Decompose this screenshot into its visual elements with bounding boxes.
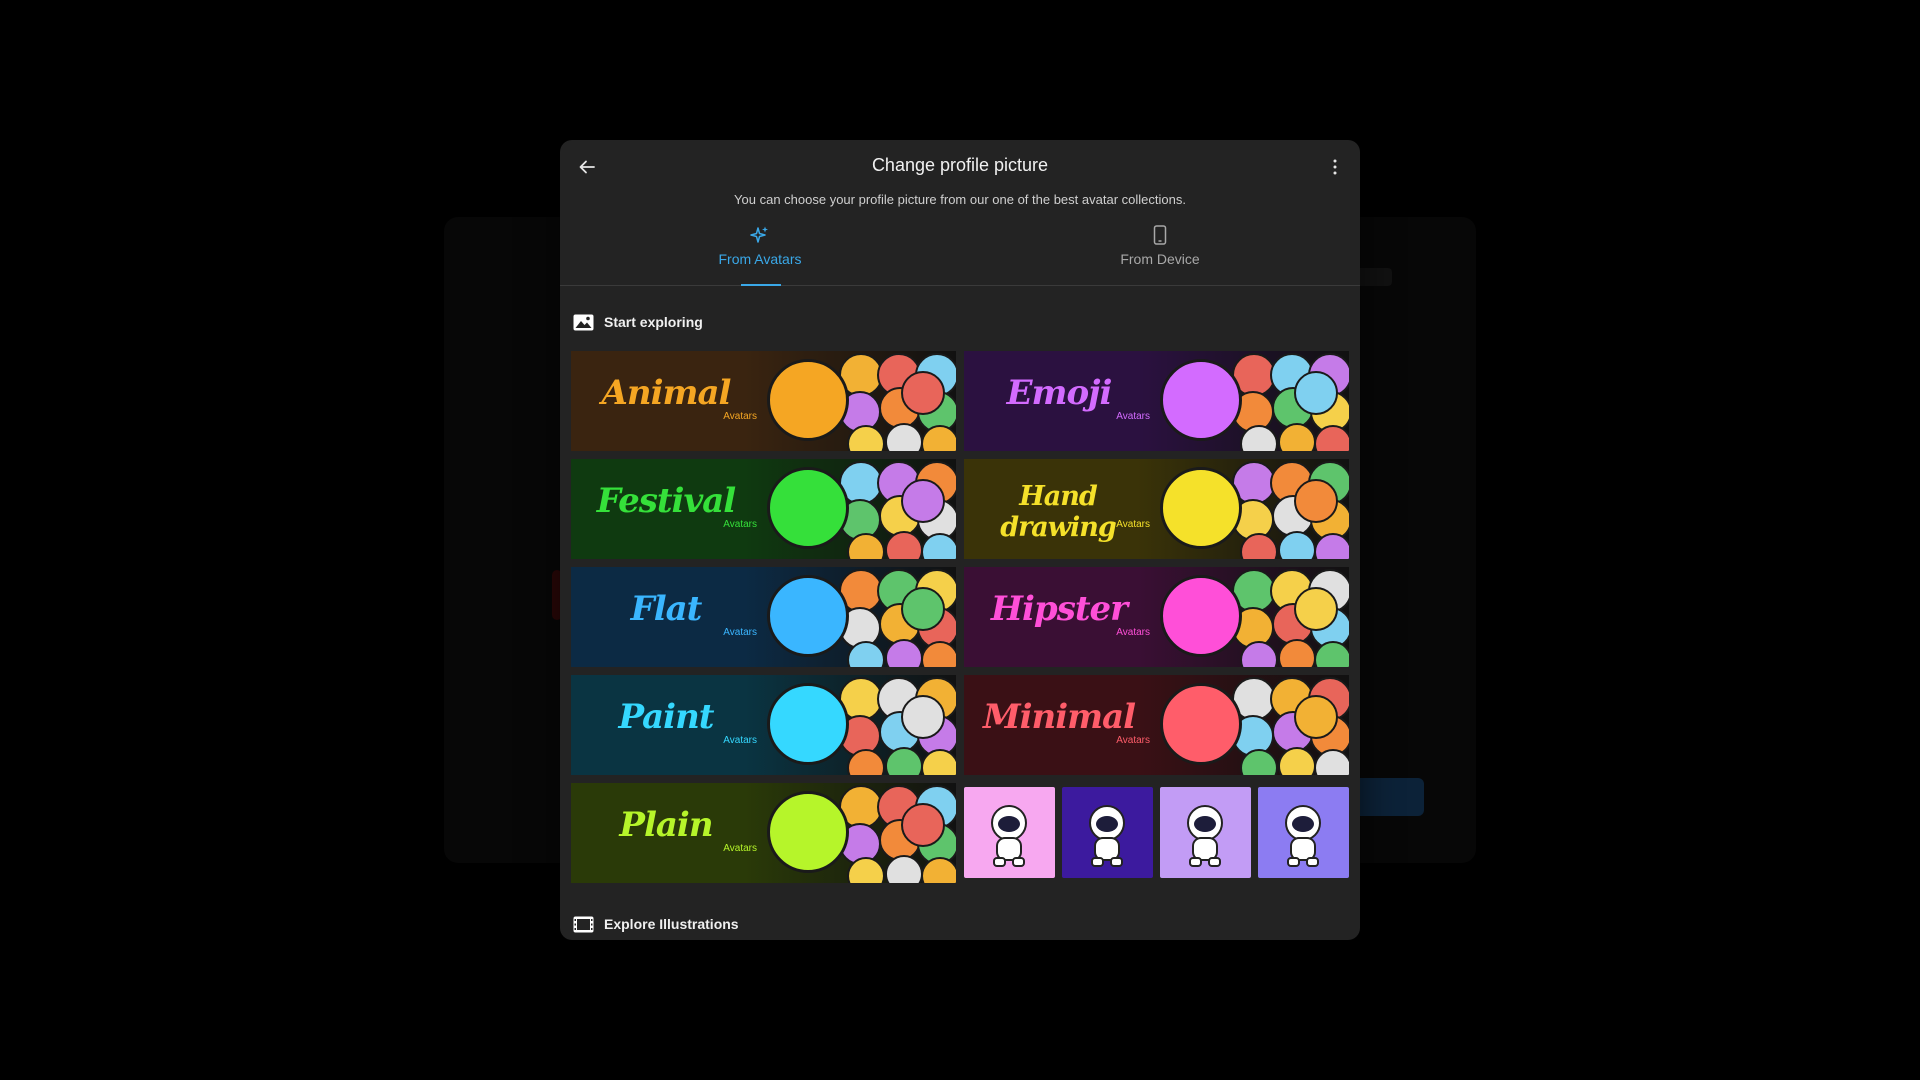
collection-banner-minimal[interactable]: Minimal Avatars: [964, 675, 1349, 775]
featured-avatar: [1160, 359, 1242, 441]
avatar-thumbnail: [1294, 371, 1338, 415]
change-profile-picture-dialog: Change profile picture You can choose yo…: [560, 140, 1360, 940]
collection-name: Flat: [630, 589, 703, 629]
collection-name: Hipster: [990, 589, 1128, 629]
collection-subtitle: Avatars: [1116, 627, 1150, 638]
phone-icon: [1153, 225, 1167, 245]
avatar-thumbnail: [847, 857, 885, 883]
section-start-exploring: Start exploring: [560, 310, 1360, 334]
tab-label: From Device: [1120, 251, 1200, 267]
avatar-thumbnail: [885, 747, 923, 775]
featured-avatar: [1160, 683, 1242, 765]
avatar-thumbnail: [1294, 479, 1338, 523]
tab-label: From Avatars: [718, 251, 802, 267]
astronaut-peace-thumbnail[interactable]: [964, 787, 1055, 878]
collection-name: Festival: [596, 481, 736, 521]
image-icon: [573, 314, 594, 330]
avatar-thumbnail: [1278, 639, 1316, 667]
more-options-button[interactable]: [1320, 152, 1350, 182]
featured-avatar: [767, 791, 849, 873]
astronaut-moon-icon: [1285, 805, 1321, 867]
collection-banner-flat[interactable]: Flat Avatars: [571, 567, 956, 667]
avatar-thumbnail: [1240, 641, 1278, 667]
dialog-subtitle: You can choose your profile picture from…: [734, 192, 1186, 207]
featured-avatar: [1160, 575, 1242, 657]
astronaut-moon-thumbnail[interactable]: [1258, 787, 1349, 878]
avatar-thumbnail: [1278, 423, 1316, 451]
collection-name: Emoji: [1006, 373, 1113, 413]
collection-subtitle: Avatars: [723, 735, 757, 746]
collection-subtitle: Avatars: [723, 843, 757, 854]
tab-from-avatars[interactable]: From Avatars: [560, 221, 960, 285]
more-vertical-icon: [1333, 159, 1337, 175]
section-explore-illustrations: Explore Illustrations: [560, 912, 739, 936]
avatar-thumbnail: [885, 639, 923, 667]
avatar-thumbnail: [1240, 425, 1278, 451]
astronaut-scooter-icon: [1187, 805, 1223, 867]
featured-avatar: [767, 467, 849, 549]
avatar-thumbnail: [847, 749, 885, 775]
avatar-thumbnail: [885, 423, 923, 451]
astronaut-space-icon: [1089, 805, 1125, 867]
sparkle-icon: [750, 226, 768, 243]
avatar-thumbnail: [1294, 695, 1338, 739]
collection-name: Hand drawing: [1000, 481, 1117, 543]
collection-name: Animal: [601, 373, 732, 413]
dialog-title: Change profile picture: [871, 155, 1049, 175]
avatar-thumbnail: [901, 371, 945, 415]
avatar-thumbnail: [901, 803, 945, 847]
collection-banner-paint[interactable]: Paint Avatars: [571, 675, 956, 775]
collection-banner-festival[interactable]: Festival Avatars: [571, 459, 956, 559]
avatar-thumbnail: [1240, 533, 1278, 559]
collection-name: Paint: [618, 697, 714, 737]
avatar-thumbnail: [901, 695, 945, 739]
avatar-thumbnail: [901, 587, 945, 631]
collection-subtitle: Avatars: [1116, 735, 1150, 746]
collection-subtitle: Avatars: [1116, 519, 1150, 530]
avatar-thumbnail: [1294, 587, 1338, 631]
avatar-thumbnail: [1240, 749, 1278, 775]
section-title: Start exploring: [604, 314, 703, 330]
avatar-thumbnail: [847, 425, 885, 451]
collection-subtitle: Avatars: [1116, 411, 1150, 422]
featured-avatar: [1160, 467, 1242, 549]
astronaut-space-thumbnail[interactable]: [1062, 787, 1153, 878]
film-icon: [573, 916, 594, 932]
collection-subtitle: Avatars: [723, 519, 757, 530]
dialog-header: Change profile picture: [560, 140, 1360, 194]
collection-subtitle: Avatars: [723, 627, 757, 638]
tab-from-device[interactable]: From Device: [960, 221, 1360, 285]
avatar-thumbnail: [885, 531, 923, 559]
avatar-thumbnail: [885, 855, 923, 883]
active-tab-indicator: [741, 284, 781, 286]
collection-banner-emoji[interactable]: Emoji Avatars: [964, 351, 1349, 451]
featured-avatar: [767, 575, 849, 657]
collection-name: Plain: [619, 805, 713, 845]
avatar-thumbnail: [901, 479, 945, 523]
collection-banner-hand-drawing[interactable]: Hand drawing Avatars: [964, 459, 1349, 559]
collection-name: Minimal: [982, 697, 1136, 737]
section-title: Explore Illustrations: [604, 916, 739, 932]
astronaut-scooter-thumbnail[interactable]: [1160, 787, 1251, 878]
avatar-thumbnail: [847, 641, 885, 667]
collection-banner-plain[interactable]: Plain Avatars: [571, 783, 956, 883]
featured-avatar: [767, 683, 849, 765]
avatar-thumbnail: [1278, 531, 1316, 559]
collection-banner-hipster[interactable]: Hipster Avatars: [964, 567, 1349, 667]
avatar-thumbnail: [847, 533, 885, 559]
collection-subtitle: Avatars: [723, 411, 757, 422]
source-tabs: From Avatars From Device: [560, 221, 1360, 286]
astronaut-peace-icon: [991, 805, 1027, 867]
collection-banner-animal[interactable]: Animal Avatars: [571, 351, 956, 451]
avatar-thumbnail: [1278, 747, 1316, 775]
featured-avatar: [767, 359, 849, 441]
